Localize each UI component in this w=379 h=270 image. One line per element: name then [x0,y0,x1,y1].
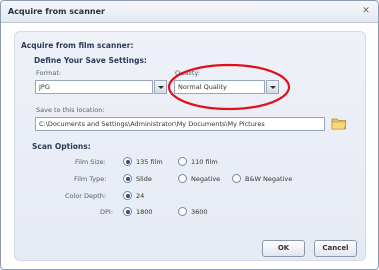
format-dropdown-button[interactable] [154,80,167,94]
save-settings-title: Define Your Save Settings: [34,56,147,65]
film-type-bw-negative-label: B&W Negative [245,175,293,183]
scanner-panel: Acquire from film scanner: Define Your S… [14,31,366,261]
acquire-dialog: Acquire from scanner ✕ Acquire from film… [0,0,379,270]
quality-field[interactable]: Normal Quality [174,80,265,94]
film-type-negative-label: Negative [191,175,221,183]
film-size-110-label: 110 film [191,158,218,166]
film-size-label: Film Size: [75,158,106,166]
film-type-bw-negative-radio[interactable] [232,174,241,183]
quality-dropdown-button[interactable] [266,80,279,94]
film-type-slide-radio[interactable] [123,174,132,183]
film-size-135-radio[interactable] [123,157,132,166]
film-type-slide-label: Slide [136,175,152,183]
title-bar: Acquire from scanner ✕ [1,1,378,23]
color-depth-24-radio[interactable] [123,191,132,200]
dpi-3600-label: 3600 [191,208,208,216]
scan-options-title: Scan Options: [32,142,91,151]
window-title: Acquire from scanner [8,7,105,16]
film-type-label: Film Type: [74,175,107,183]
color-depth-label: Color Depth: [65,192,107,200]
format-label: Format: [36,69,62,77]
dpi-1800-radio[interactable] [123,207,132,216]
color-depth-24-label: 24 [136,192,145,200]
close-icon[interactable]: ✕ [360,5,372,17]
ok-button[interactable]: OK [262,240,305,257]
dpi-label: DPI: [100,208,114,216]
film-type-negative-radio[interactable] [178,174,187,183]
quality-label: Quality: [175,69,200,77]
format-field[interactable]: JPG [35,80,153,94]
dpi-3600-radio[interactable] [178,207,187,216]
section-title: Acquire from film scanner: [21,41,134,50]
dpi-1800-label: 1800 [136,208,153,216]
cancel-button[interactable]: Cancel [314,240,357,257]
location-field[interactable]: C:\Documents and Settings\Administrator\… [35,117,325,131]
folder-icon[interactable] [331,117,347,130]
film-size-110-radio[interactable] [178,157,187,166]
location-label: Save to this location: [36,106,105,114]
film-size-135-label: 135 film [136,158,163,166]
